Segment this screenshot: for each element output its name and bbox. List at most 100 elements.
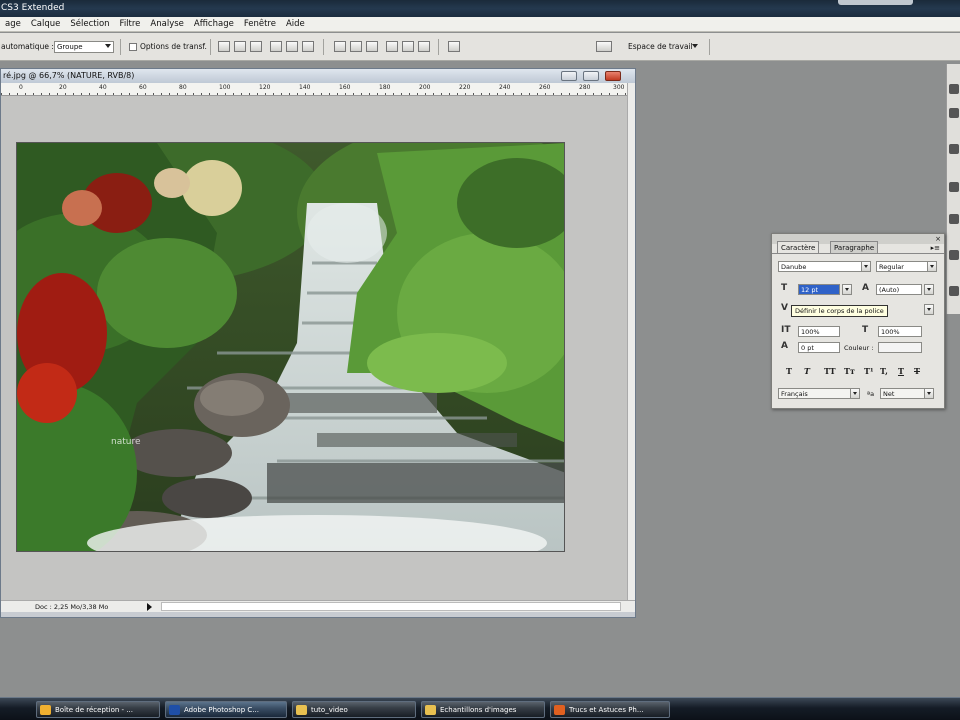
character-panel-body: Danube Regular T 12 pt A (Auto) V IT 100… — [772, 253, 944, 408]
distribute-hcenter-icon[interactable] — [402, 41, 414, 52]
vertical-scale-field[interactable]: 100% — [798, 326, 840, 337]
document-window: ré.jpg @ 66,7% (NATURE, RVB/8) 0 20 40 6… — [0, 68, 636, 618]
ruler-tick: 180 — [379, 84, 391, 91]
align-right-icon[interactable] — [302, 41, 314, 52]
workspace-icon[interactable] — [596, 41, 612, 52]
font-style-dropdown[interactable] — [927, 261, 937, 272]
ruler-tick: 20 — [59, 84, 67, 91]
ruler-tick: 80 — [179, 84, 187, 91]
align-left-icon[interactable] — [270, 41, 282, 52]
maximize-button[interactable] — [583, 71, 599, 81]
tooltip: Définir le corps de la police — [791, 305, 888, 317]
menu-image[interactable]: age — [0, 19, 26, 29]
panel-icon[interactable] — [949, 214, 959, 224]
subscript-button[interactable]: T, — [880, 366, 888, 376]
horizontal-ruler[interactable]: 0 20 40 60 80 100 120 140 160 180 200 22… — [1, 83, 627, 96]
chevron-down-icon[interactable] — [692, 44, 698, 48]
panel-icon[interactable] — [949, 108, 959, 118]
ruler-tick: 0 — [19, 84, 23, 91]
faux-bold-button[interactable]: T — [786, 366, 792, 376]
document-image[interactable]: nature — [16, 142, 565, 552]
auto-align-icon[interactable] — [448, 41, 460, 52]
all-caps-button[interactable]: TT — [824, 366, 836, 376]
faux-italic-button[interactable]: T — [804, 366, 810, 376]
tab-character[interactable]: Caractère — [777, 241, 820, 253]
underline-button[interactable]: T — [898, 366, 904, 376]
panel-icon[interactable] — [949, 182, 959, 192]
window-controls[interactable] — [838, 0, 913, 5]
close-button[interactable] — [605, 71, 621, 81]
align-hcenter-icon[interactable] — [286, 41, 298, 52]
menu-view[interactable]: Affichage — [189, 19, 239, 29]
panel-close-icon[interactable]: × — [935, 235, 941, 243]
vertical-scrollbar[interactable] — [627, 83, 635, 600]
ruler-tick: 60 — [139, 84, 147, 91]
antialias-dropdown[interactable] — [924, 388, 934, 399]
menu-layer[interactable]: Calque — [26, 19, 66, 29]
color-label: Couleur : — [844, 344, 874, 352]
panel-menu-icon[interactable]: ▸≡ — [931, 244, 940, 252]
horizontal-scrollbar[interactable] — [161, 602, 621, 611]
document-title: ré.jpg @ 66,7% (NATURE, RVB/8) — [3, 71, 135, 80]
auto-select-label: automatique : — [1, 42, 54, 51]
distribute-bottom-icon[interactable] — [366, 41, 378, 52]
menu-filter[interactable]: Filtre — [115, 19, 146, 29]
menu-analysis[interactable]: Analyse — [145, 19, 188, 29]
taskbar-item-folder-tuto[interactable]: tuto_video — [292, 701, 416, 718]
taskbar-item-browser[interactable]: Trucs et Astuces Ph... — [550, 701, 670, 718]
panel-icon[interactable] — [949, 250, 959, 260]
waterfall-photo — [17, 143, 564, 551]
distribute-right-icon[interactable] — [418, 41, 430, 52]
strikethrough-button[interactable]: T — [914, 366, 920, 376]
menu-select[interactable]: Sélection — [65, 19, 114, 29]
leading-field[interactable]: (Auto) — [876, 284, 922, 295]
font-family-dropdown[interactable] — [861, 261, 871, 272]
small-caps-button[interactable]: Tт — [844, 366, 855, 376]
status-bar: Doc : 2,25 Mo/3,38 Mo — [1, 600, 635, 612]
group-select[interactable]: Groupe — [54, 41, 114, 53]
font-size-field[interactable]: 12 pt — [798, 284, 840, 295]
ruler-tick: 200 — [419, 84, 431, 91]
menu-window[interactable]: Fenêtre — [239, 19, 281, 29]
panel-icon[interactable] — [949, 144, 959, 154]
taskbar-item-mail[interactable]: Boîte de réception - ... — [36, 701, 160, 718]
transform-checkbox[interactable] — [129, 43, 137, 51]
align-bottom-icon[interactable] — [250, 41, 262, 52]
font-family-select[interactable]: Danube — [778, 261, 870, 272]
language-dropdown[interactable] — [850, 388, 860, 399]
text-color-swatch[interactable] — [878, 342, 922, 353]
tab-paragraph[interactable]: Paragraphe — [830, 241, 879, 253]
workspace-label[interactable]: Espace de travail — [628, 42, 693, 51]
panel-icon[interactable] — [949, 84, 959, 94]
distribute-top-icon[interactable] — [334, 41, 346, 52]
status-menu-arrow-icon[interactable] — [147, 603, 152, 611]
windows-taskbar: Boîte de réception - ... Adobe Photoshop… — [0, 697, 960, 720]
ruler-tick: 100 — [219, 84, 231, 91]
leading-icon: A — [862, 283, 869, 293]
menu-help[interactable]: Aide — [281, 19, 310, 29]
ruler-tick: 260 — [539, 84, 551, 91]
ruler-tick: 120 — [259, 84, 271, 91]
panel-dock-strip — [946, 64, 960, 314]
ruler-tick: 140 — [299, 84, 311, 91]
app-title-bar: CS3 Extended — [0, 0, 960, 17]
distribute-vcenter-icon[interactable] — [350, 41, 362, 52]
app-title: CS3 Extended — [1, 3, 65, 13]
leading-dropdown[interactable] — [924, 284, 934, 295]
horizontal-scale-field[interactable]: 100% — [878, 326, 922, 337]
font-size-dropdown[interactable] — [842, 284, 852, 295]
taskbar-item-folder-samples[interactable]: Echantillons d'images — [421, 701, 545, 718]
minimize-button[interactable] — [561, 71, 577, 81]
superscript-button[interactable]: T¹ — [864, 366, 873, 376]
panel-icon[interactable] — [949, 286, 959, 296]
character-panel: × Caractère Paragraphe ▸≡ Danube Regular… — [771, 233, 945, 409]
align-top-icon[interactable] — [218, 41, 230, 52]
tracking-dropdown[interactable] — [924, 304, 934, 315]
taskbar-item-photoshop[interactable]: Adobe Photoshop C... — [165, 701, 287, 718]
options-bar: automatique : Groupe Options de transf. … — [0, 33, 960, 61]
align-vcenter-icon[interactable] — [234, 41, 246, 52]
baseline-shift-field[interactable]: 0 pt — [798, 342, 840, 353]
document-title-bar[interactable]: ré.jpg @ 66,7% (NATURE, RVB/8) — [1, 69, 635, 83]
language-select[interactable]: Français — [778, 388, 858, 399]
distribute-left-icon[interactable] — [386, 41, 398, 52]
